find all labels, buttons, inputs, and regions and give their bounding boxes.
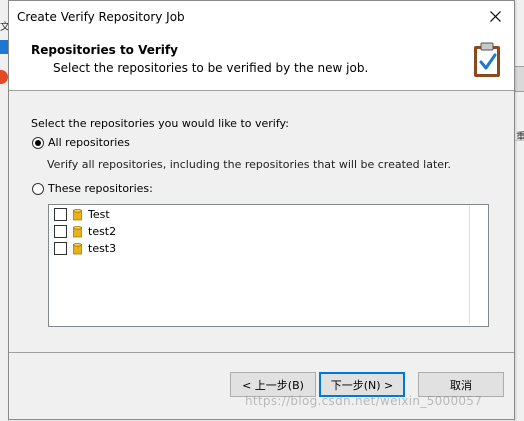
- repository-checkbox[interactable]: [54, 225, 67, 238]
- radio-all-repositories[interactable]: All repositories: [32, 136, 130, 149]
- repository-name: test3: [88, 242, 117, 255]
- close-button[interactable]: [479, 3, 511, 30]
- list-column-divider: [469, 206, 470, 324]
- background-app-icon: [0, 70, 8, 84]
- clipboard-check-icon: [474, 42, 500, 77]
- background-arrow-icon: [0, 40, 8, 54]
- database-icon: [73, 242, 82, 254]
- list-item[interactable]: Test: [54, 208, 110, 221]
- verify-repository-dialog: Create Verify Repository Job Repositorie…: [8, 0, 515, 420]
- database-icon: [73, 208, 82, 220]
- close-icon: [489, 11, 501, 22]
- repository-checkbox[interactable]: [54, 242, 67, 255]
- watermark-text: https://blog.csdn.net/weixin_5000057: [245, 394, 483, 408]
- selection-prompt: Select the repositories you would like t…: [31, 117, 289, 130]
- radio-these-label: These repositories:: [48, 182, 153, 195]
- repository-checkbox[interactable]: [54, 208, 67, 221]
- title-bar[interactable]: Create Verify Repository Job: [9, 1, 514, 32]
- radio-these-repositories[interactable]: These repositories:: [32, 182, 153, 195]
- list-item[interactable]: test3: [54, 242, 116, 255]
- background-toolbar: [514, 66, 524, 92]
- list-item[interactable]: test2: [54, 225, 116, 238]
- repository-list[interactable]: Test test2 test3: [48, 204, 489, 327]
- database-icon: [73, 225, 82, 237]
- radio-button-all[interactable]: [32, 136, 44, 149]
- repository-name: Test: [88, 208, 110, 221]
- background-divider: [514, 140, 524, 141]
- page-subtitle: Select the repositories to be verified b…: [53, 61, 369, 75]
- page-title: Repositories to Verify: [31, 43, 178, 57]
- repository-name: test2: [88, 225, 117, 238]
- all-repositories-description: Verify all repositories, including the r…: [47, 158, 452, 171]
- window-title: Create Verify Repository Job: [17, 10, 185, 24]
- background-window-right: 重: [514, 0, 524, 421]
- radio-button-these[interactable]: [32, 182, 44, 195]
- wizard-header: Repositories to Verify Select the reposi…: [9, 32, 514, 91]
- radio-all-label: All repositories: [48, 136, 130, 149]
- footer-divider: [9, 352, 514, 353]
